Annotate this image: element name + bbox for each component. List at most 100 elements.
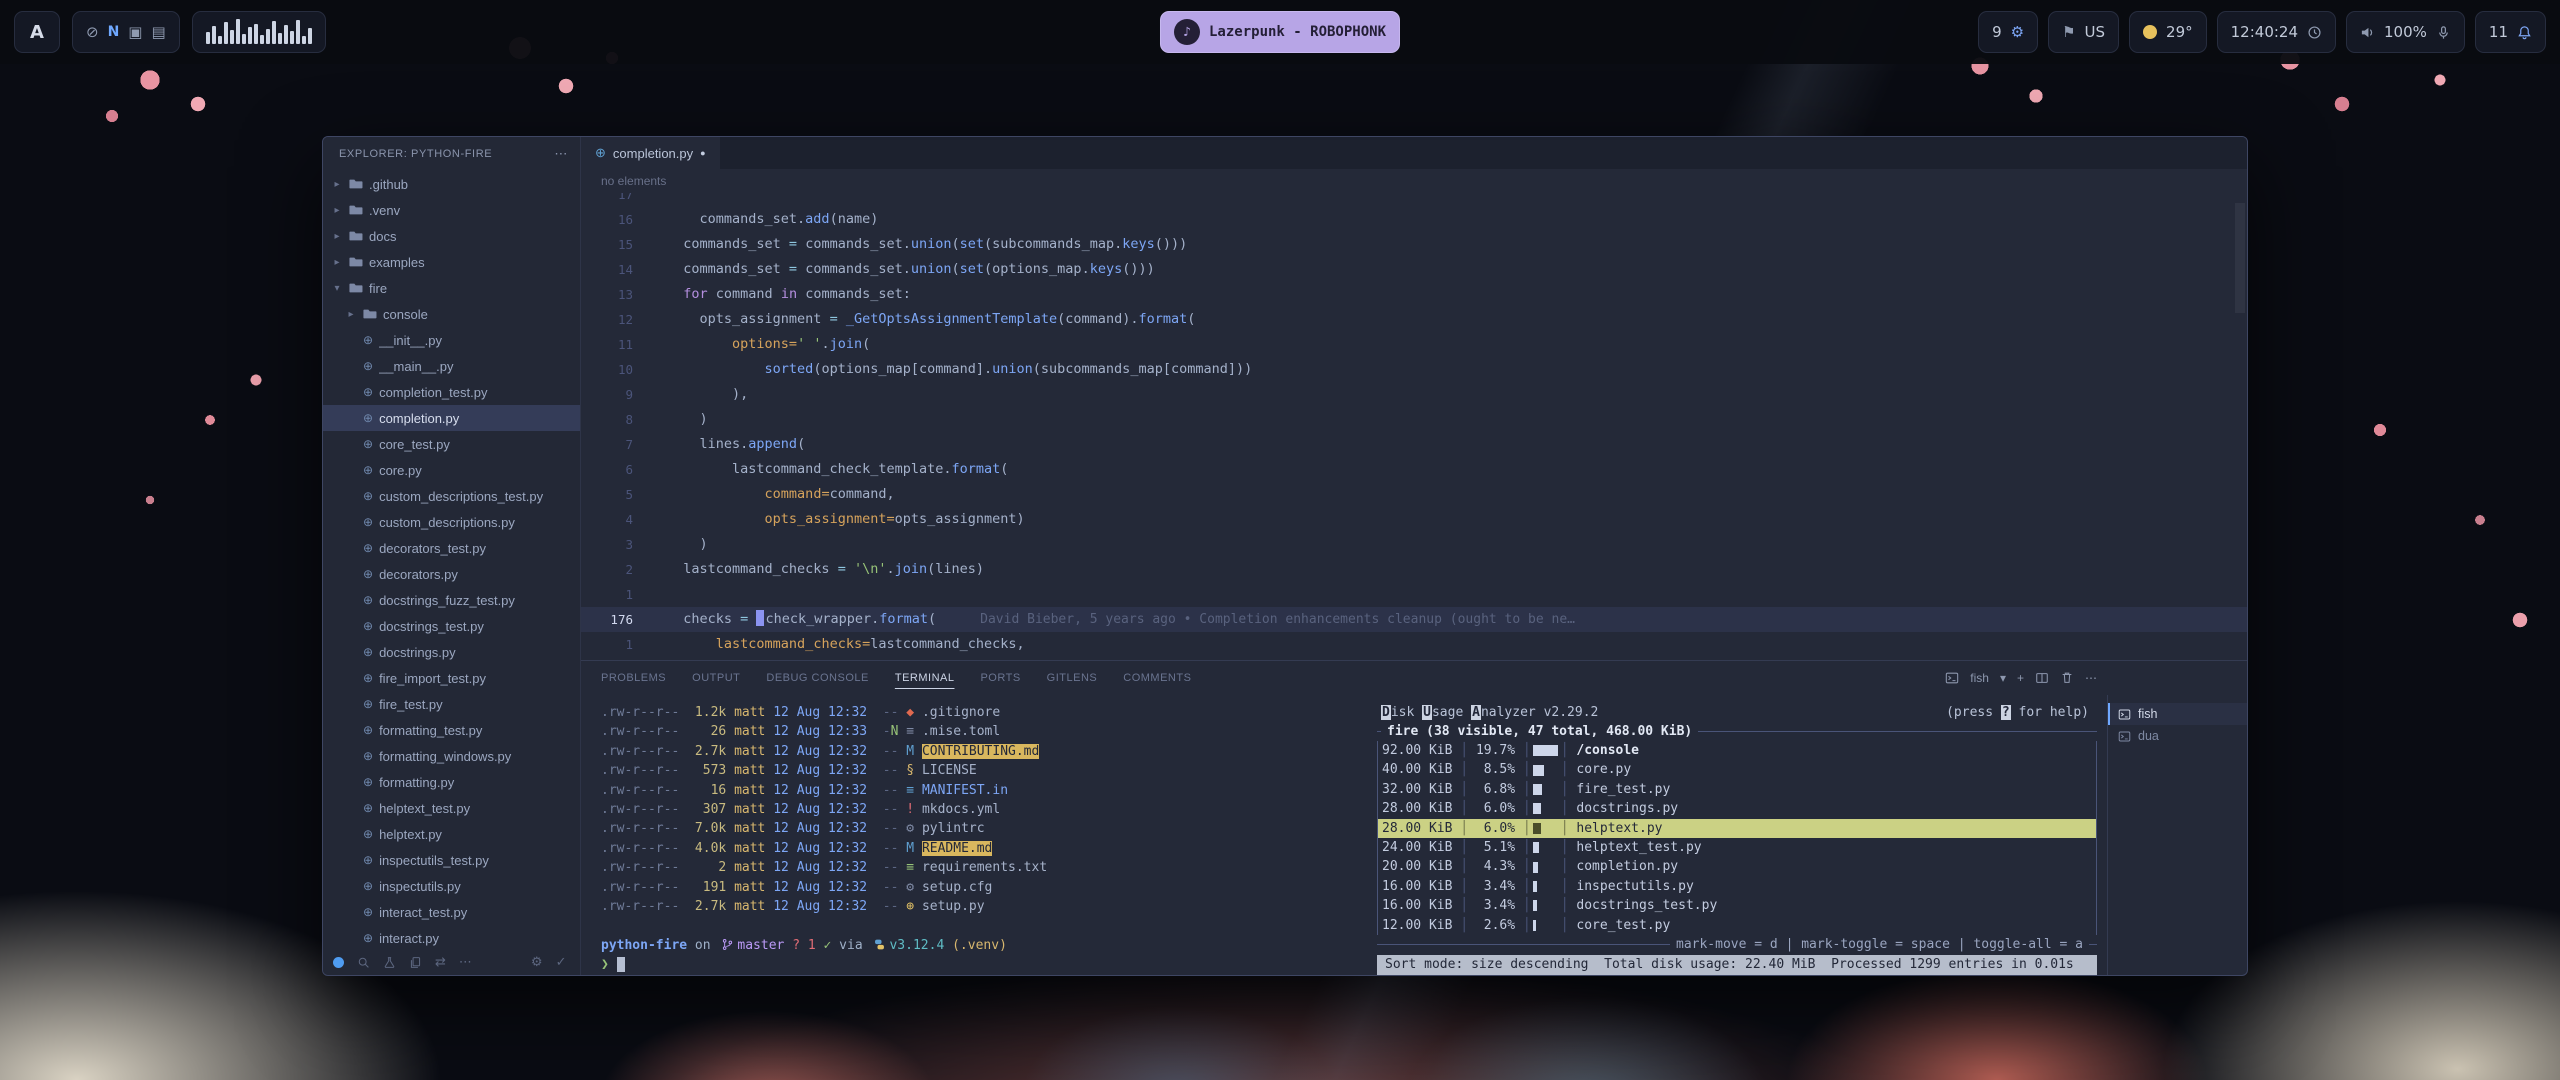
tree-item-completion_test.py[interactable]: ⊕completion_test.py [323, 379, 580, 405]
tree-item-custom_descriptions_test.py[interactable]: ⊕custom_descriptions_test.py [323, 483, 580, 509]
box-icon[interactable]: ▣ [128, 23, 142, 41]
panel-tab-output[interactable]: OUTPUT [692, 672, 740, 684]
n-logo-icon[interactable]: N [108, 24, 120, 40]
code-editor[interactable]: 17 """16 commands_set.add(name)15 comman… [581, 193, 2247, 660]
code-line[interactable]: 14 commands_set = commands_set.union(set… [581, 257, 2247, 282]
file-icon[interactable]: ▤ [151, 23, 165, 41]
clock-widget[interactable]: 12:40:24 [2217, 11, 2336, 53]
tree-item-docstrings.py[interactable]: ⊕docstrings.py [323, 639, 580, 665]
code-line[interactable]: 9 ), [581, 382, 2247, 407]
dua-row-docstrings.py[interactable]: 28.00 KiB │ 6.0% ││ docstrings.py [1378, 799, 2096, 818]
code-line[interactable]: 8 ) [581, 407, 2247, 432]
panel-tab-comments[interactable]: COMMENTS [1123, 672, 1191, 684]
code-line[interactable]: 1 [581, 582, 2247, 607]
code-line[interactable]: 10 sorted(options_map[command].union(sub… [581, 357, 2247, 382]
tree-item-__main__.py[interactable]: ⊕__main__.py [323, 353, 580, 379]
tree-item-custom_descriptions.py[interactable]: ⊕custom_descriptions.py [323, 509, 580, 535]
tree-item-.venv[interactable]: ▸.venv [323, 197, 580, 223]
check-icon[interactable]: ✓ [556, 955, 567, 970]
dua-row-helptext.py[interactable]: 28.00 KiB │ 6.0% ││ helptext.py [1378, 819, 2096, 838]
tree-item-.github[interactable]: ▸.github [323, 171, 580, 197]
code-line[interactable]: 13 for command in commands_set: [581, 282, 2247, 307]
files-icon[interactable] [409, 956, 422, 969]
notifications-widget[interactable]: 11 [2475, 11, 2546, 53]
code-line[interactable]: 15 commands_set = commands_set.union(set… [581, 232, 2247, 257]
app-launcher-button[interactable]: A [14, 11, 60, 53]
code-line[interactable]: 2 lastcommand_checks = '\n'.join(lines) [581, 557, 2247, 582]
code-line[interactable]: 11 options=' '.join( [581, 332, 2247, 357]
volume-widget[interactable]: 100% [2346, 11, 2465, 53]
new-terminal-icon[interactable]: + [2017, 671, 2024, 685]
tree-item-formatting_test.py[interactable]: ⊕formatting_test.py [323, 717, 580, 743]
panel-tab-gitlens[interactable]: GITLENS [1047, 672, 1098, 684]
tree-item-fire[interactable]: ▾fire [323, 275, 580, 301]
tree-item-interact_test.py[interactable]: ⊕interact_test.py [323, 899, 580, 925]
sync-icon[interactable]: ⇄ [435, 955, 446, 970]
power-icon[interactable]: ⊘ [86, 23, 99, 41]
tree-item-__init__.py[interactable]: ⊕__init__.py [323, 327, 580, 353]
tree-item-fire_test.py[interactable]: ⊕fire_test.py [323, 691, 580, 717]
code-line[interactable]: 17 """ [581, 193, 2247, 207]
tree-item-decorators.py[interactable]: ⊕decorators.py [323, 561, 580, 587]
tree-item-inspectutils_test.py[interactable]: ⊕inspectutils_test.py [323, 847, 580, 873]
settings-gear-icon[interactable]: ⚙ [531, 955, 543, 970]
dua-row-inspectutils.py[interactable]: 16.00 KiB │ 3.4% ││ inspectutils.py [1378, 877, 2096, 896]
tree-item-docstrings_fuzz_test.py[interactable]: ⊕docstrings_fuzz_test.py [323, 587, 580, 613]
terminal-output[interactable]: .rw-r--r-- 1.2k matt 12 Aug 12:32 -- ◆ .… [581, 695, 1373, 975]
tree-item-decorators_test.py[interactable]: ⊕decorators_test.py [323, 535, 580, 561]
tree-item-helptext_test.py[interactable]: ⊕helptext_test.py [323, 795, 580, 821]
code-line[interactable]: 5 command=command, [581, 482, 2247, 507]
code-line[interactable]: 16 commands_set.add(name) [581, 207, 2247, 232]
tree-item-inspectutils.py[interactable]: ⊕inspectutils.py [323, 873, 580, 899]
panel-tab-debug-console[interactable]: DEBUG CONSOLE [766, 672, 868, 684]
tree-item-core_test.py[interactable]: ⊕core_test.py [323, 431, 580, 457]
explorer-more-icon[interactable]: ⋯ [554, 146, 568, 162]
tree-item-console[interactable]: ▸console [323, 301, 580, 327]
code-line[interactable]: 176 checks = check_wrapper.format(David … [581, 607, 2247, 632]
dua-row-core_test.py[interactable]: 12.00 KiB │ 2.6% ││ core_test.py [1378, 916, 2096, 935]
dua-panel[interactable]: Disk Usage Analyzer v2.29.2 (press ? for… [1373, 695, 2101, 975]
tree-item-docstrings_test.py[interactable]: ⊕docstrings_test.py [323, 613, 580, 639]
panel-tab-terminal[interactable]: TERMINAL [895, 672, 955, 684]
search-icon[interactable] [357, 956, 370, 969]
tree-item-formatting.py[interactable]: ⊕formatting.py [323, 769, 580, 795]
tree-item-completion.py[interactable]: ⊕completion.py [323, 405, 580, 431]
dua-row-completion.py[interactable]: 20.00 KiB │ 4.3% ││ completion.py [1378, 857, 2096, 876]
tree-item-formatting_windows.py[interactable]: ⊕formatting_windows.py [323, 743, 580, 769]
panel-tab-problems[interactable]: PROBLEMS [601, 672, 666, 684]
split-terminal-icon[interactable] [2035, 671, 2049, 685]
tree-item-docs[interactable]: ▸docs [323, 223, 580, 249]
tree-item-helptext.py[interactable]: ⊕helptext.py [323, 821, 580, 847]
panel-tab-ports[interactable]: PORTS [980, 672, 1020, 684]
keyboard-layout-widget[interactable]: ⚑US [2048, 11, 2119, 53]
updates-widget[interactable]: 9⚙ [1978, 11, 2038, 53]
media-player-widget[interactable]: ♪ Lazerpunk - ROBOPHONK [1160, 11, 1400, 53]
code-line[interactable]: 1 lastcommand_checks=lastcommand_checks, [581, 632, 2247, 657]
code-line[interactable]: 12 opts_assignment = _GetOptsAssignmentT… [581, 307, 2247, 332]
beaker-icon[interactable] [383, 956, 396, 969]
code-line[interactable]: 7 lines.append( [581, 432, 2247, 457]
kill-terminal-icon[interactable] [2060, 671, 2074, 685]
tree-item-core.py[interactable]: ⊕core.py [323, 457, 580, 483]
more-icon[interactable]: ⋯ [459, 955, 472, 970]
terminal-session-dua[interactable]: dua [2108, 725, 2247, 747]
tree-item-interact.py[interactable]: ⊕interact.py [323, 925, 580, 951]
tree-item-fire_import_test.py[interactable]: ⊕fire_import_test.py [323, 665, 580, 691]
code-line[interactable]: 4 opts_assignment=opts_assignment) [581, 507, 2247, 532]
dua-row-fire_test.py[interactable]: 32.00 KiB │ 6.8% ││ fire_test.py [1378, 780, 2096, 799]
weather-widget[interactable]: 29° [2129, 11, 2207, 53]
dua-row-helptext_test.py[interactable]: 24.00 KiB │ 5.1% ││ helptext_test.py [1378, 838, 2096, 857]
dua-row-core.py[interactable]: 40.00 KiB │ 8.5% ││ core.py [1378, 760, 2096, 779]
tree-item-examples[interactable]: ▸examples [323, 249, 580, 275]
tab-completion-py[interactable]: ⊕ completion.py ● [581, 137, 720, 169]
chevron-down-icon[interactable]: ▾ [2000, 671, 2006, 685]
modified-dot-icon[interactable]: ● [700, 148, 705, 158]
dua-row-console[interactable]: 92.00 KiB │ 19.7% ││ /console [1378, 741, 2096, 760]
scrollbar-thumb[interactable] [2235, 203, 2245, 313]
code-line[interactable]: 6 lastcommand_check_template.format( [581, 457, 2247, 482]
dua-row-docstrings_test.py[interactable]: 16.00 KiB │ 3.4% ││ docstrings_test.py [1378, 896, 2096, 915]
panel-more-icon[interactable]: ⋯ [2085, 671, 2097, 685]
terminal-profile-label[interactable]: fish [1970, 671, 1989, 685]
terminal-session-fish[interactable]: fish [2108, 703, 2247, 725]
remote-indicator-icon[interactable] [333, 957, 344, 968]
